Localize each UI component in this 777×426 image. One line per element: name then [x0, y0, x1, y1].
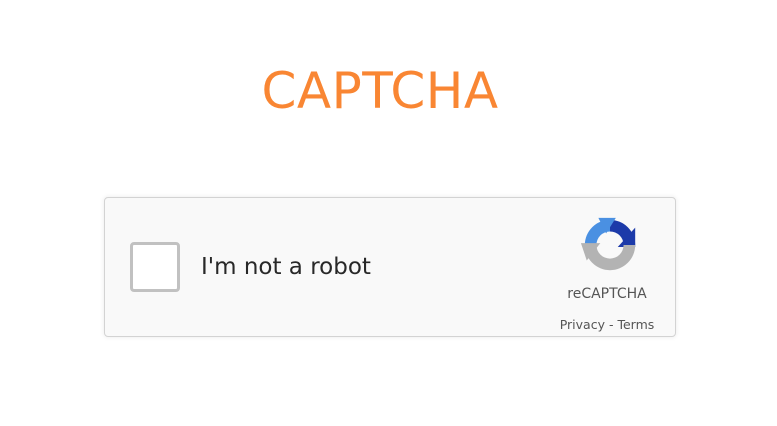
recaptcha-logo-icon: [580, 217, 636, 271]
link-separator: -: [608, 317, 614, 332]
checkbox-label: I'm not a robot: [201, 254, 371, 280]
terms-link[interactable]: Terms: [617, 317, 654, 332]
recaptcha-brand: reCAPTCHA: [567, 286, 647, 302]
not-a-robot-checkbox[interactable]: [130, 242, 180, 292]
captcha-page: CAPTCHA I'm not a robot reCAPTCHA Privac…: [0, 0, 777, 426]
privacy-link[interactable]: Privacy: [560, 317, 605, 332]
recaptcha-links: Privacy - Terms: [535, 317, 679, 332]
recaptcha-widget: I'm not a robot reCAPTCHA Privacy - Term…: [104, 197, 676, 337]
page-title: CAPTCHA: [261, 62, 499, 120]
